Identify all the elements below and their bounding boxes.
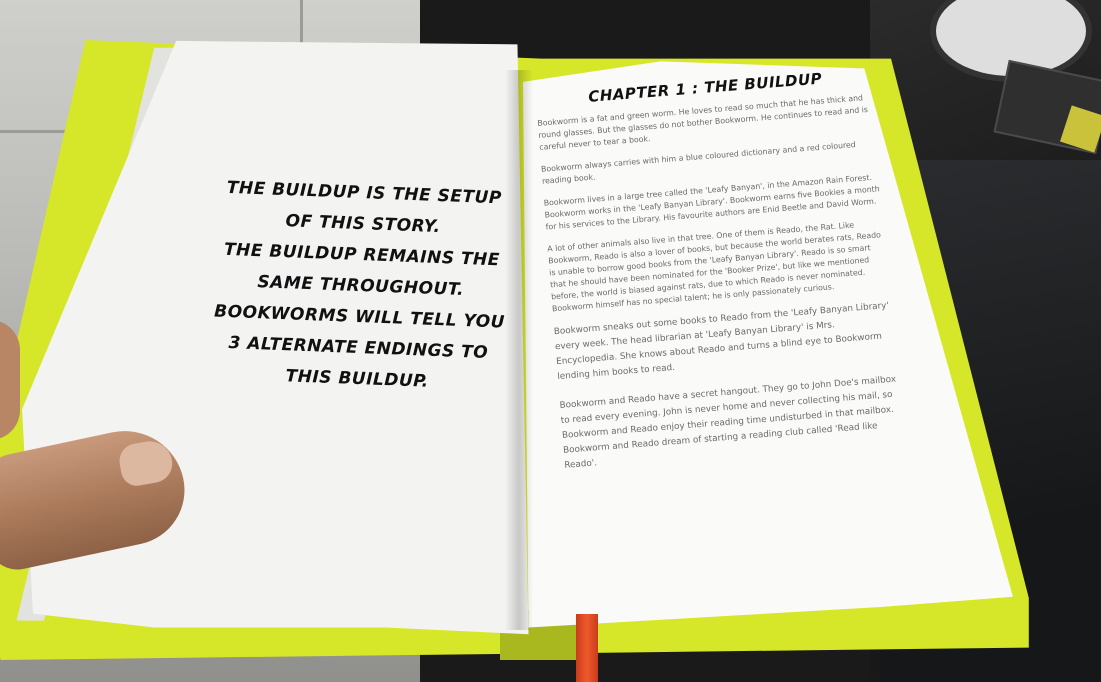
paragraph: A lot of other animals also live in that… [547,220,882,314]
left-page-text: THE BUILDUP IS THE SETUP OF THIS STORY. … [197,172,525,401]
hand-palm [0,320,20,440]
right-page-content: CHAPTER 1 : THE BUILDUP Bookworm is a fa… [535,65,905,487]
paragraph: Bookworm and Reado have a secret hangout… [559,374,897,471]
ribbon-bookmark [576,614,598,682]
paragraph: Bookworm sneaks out some books to Reado … [553,300,890,383]
